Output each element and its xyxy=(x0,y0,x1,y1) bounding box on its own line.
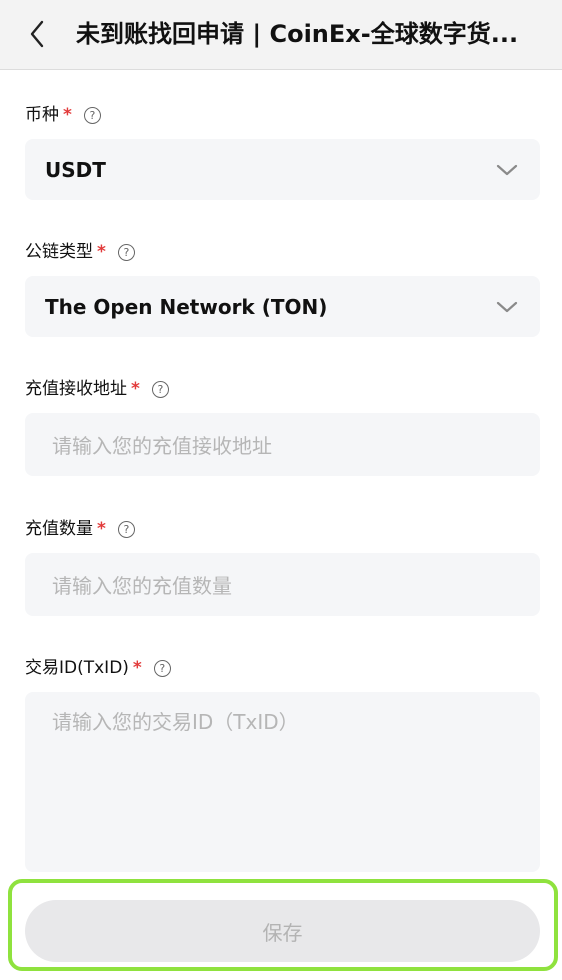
address-label-text: 充值接收地址 xyxy=(25,379,127,399)
txid-textarea[interactable]: 请输入您的交易ID（TxID） xyxy=(25,692,540,872)
form-container: 币种 * ? USDT 公链类型 * ? The Open Network (T… xyxy=(0,70,562,980)
help-icon[interactable]: ? xyxy=(117,243,135,261)
address-input[interactable]: 请输入您的充值接收地址 xyxy=(25,413,540,476)
coin-select-value: USDT xyxy=(45,157,106,182)
address-label: 充值接收地址 * ? xyxy=(25,375,169,403)
txid-placeholder: 请输入您的交易ID（TxID） xyxy=(52,710,299,734)
amount-input[interactable]: 请输入您的充值数量 xyxy=(25,553,540,616)
required-mark: * xyxy=(132,658,142,678)
coin-select[interactable]: USDT xyxy=(25,139,540,200)
help-icon[interactable]: ? xyxy=(83,106,101,124)
back-button[interactable] xyxy=(22,14,52,54)
page-title: 未到账找回申请 | CoinEx-全球数字货... xyxy=(76,20,519,48)
required-mark: * xyxy=(97,242,106,262)
amount-placeholder: 请输入您的充值数量 xyxy=(52,574,232,598)
amount-label: 充值数量 * ? xyxy=(25,515,135,543)
help-icon[interactable]: ? xyxy=(153,659,171,677)
address-placeholder: 请输入您的充值接收地址 xyxy=(52,434,272,458)
coin-label: 币种 * ? xyxy=(25,101,101,129)
chain-select-value: The Open Network (TON) xyxy=(45,294,328,319)
chevron-down-icon xyxy=(496,301,518,312)
save-button[interactable]: 保存 xyxy=(25,900,540,962)
chevron-left-icon xyxy=(30,20,44,48)
required-mark: * xyxy=(63,105,72,125)
chain-label-text: 公链类型 xyxy=(25,242,93,262)
required-mark: * xyxy=(131,379,140,399)
chevron-down-icon xyxy=(496,164,518,175)
required-mark: * xyxy=(97,519,106,539)
txid-label: 交易ID(TxID) * ? xyxy=(25,654,171,682)
help-icon[interactable]: ? xyxy=(151,380,169,398)
top-bar: 未到账找回申请 | CoinEx-全球数字货... xyxy=(0,0,562,70)
coin-label-text: 币种 xyxy=(25,105,59,125)
amount-label-text: 充值数量 xyxy=(25,519,93,539)
txid-label-text: 交易ID(TxID) xyxy=(25,658,129,678)
chain-label: 公链类型 * ? xyxy=(25,238,135,266)
help-icon[interactable]: ? xyxy=(117,520,135,538)
chain-select[interactable]: The Open Network (TON) xyxy=(25,276,540,337)
